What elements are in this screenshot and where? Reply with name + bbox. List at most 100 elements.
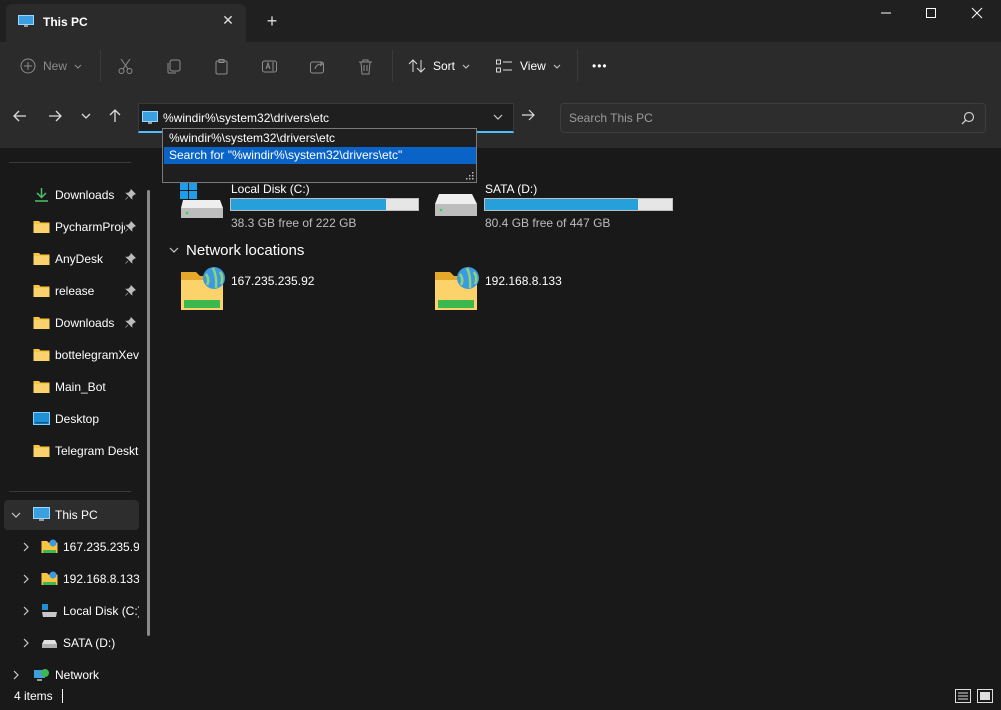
network-location-tile-1[interactable]: 167.235.235.92: [180, 266, 430, 316]
see-more-button[interactable]: •••: [592, 52, 608, 80]
command-bar: New Sort View •••: [0, 42, 1001, 90]
status-divider: [62, 689, 63, 703]
new-button[interactable]: New: [20, 52, 83, 80]
sidebar-item-local-disk-c[interactable]: Local Disk (C:): [4, 596, 139, 626]
sidebar-item-network-drive-2[interactable]: 192.168.8.133: [4, 564, 139, 594]
address-input[interactable]: [163, 111, 473, 125]
drive-tile-c[interactable]: Local Disk (C:) 38.3 GB free of 222 GB: [180, 182, 430, 232]
tab-this-pc[interactable]: This PC ✕: [6, 4, 246, 42]
folder-icon: [33, 445, 50, 457]
suggestion-item-selected[interactable]: Search for "%windir%\system32\drivers\et…: [164, 147, 476, 164]
network-location-tile-2[interactable]: 192.168.8.133: [434, 266, 684, 316]
recent-locations-button[interactable]: [79, 108, 103, 130]
group-header-network-locations[interactable]: Network locations: [168, 240, 304, 260]
drive-name: Local Disk (C:): [231, 182, 310, 196]
sort-icon: [408, 59, 426, 73]
sidebar-item-label: SATA (D:): [63, 636, 116, 650]
divider: [392, 50, 393, 82]
search-icon[interactable]: [961, 111, 975, 125]
drive-usage-fill: [231, 199, 386, 210]
chevron-down-icon: [553, 64, 561, 69]
maximize-icon: [926, 8, 936, 18]
sidebar-item-downloads[interactable]: Downloads: [4, 180, 139, 210]
navigation-pane: Downloads PycharmProjects AnyDesk releas…: [0, 148, 160, 684]
divider: [9, 491, 131, 492]
chevron-right-icon[interactable]: [10, 669, 22, 681]
copy-icon: [167, 59, 181, 73]
sidebar-item-label: Telegram Desktop: [55, 444, 139, 458]
pc-icon: [18, 15, 34, 27]
windows-drive-icon: [180, 182, 223, 218]
pc-icon: [142, 111, 158, 124]
sidebar-item-sata-d[interactable]: SATA (D:): [4, 628, 139, 658]
minimize-button[interactable]: [863, 0, 909, 28]
folder-icon: [33, 349, 50, 361]
sidebar-item-label: bottelegramXev: [55, 348, 139, 362]
suggestion-item[interactable]: %windir%\system32\drivers\etc: [164, 130, 476, 147]
resize-grip-icon[interactable]: [466, 172, 474, 180]
sidebar-item-downloads-folder[interactable]: Downloads: [4, 308, 139, 338]
group-header-label: Network locations: [186, 241, 305, 259]
chevron-down-icon[interactable]: [10, 509, 22, 521]
sidebar-item-network-drive-1[interactable]: 167.235.235.92: [4, 532, 139, 562]
sidebar-item-main-bot[interactable]: Main_Bot: [4, 372, 139, 402]
delete-button[interactable]: [357, 52, 374, 80]
tiles-view-button[interactable]: [977, 688, 993, 704]
divider: [100, 50, 101, 82]
chevron-right-icon[interactable]: [20, 541, 32, 553]
address-history-button[interactable]: [491, 110, 507, 126]
sidebar-item-release[interactable]: release: [4, 276, 139, 306]
back-button[interactable]: [12, 108, 36, 130]
sidebar-item-pycharmprojects[interactable]: PycharmProjects: [4, 212, 139, 242]
drive-usage-bar: [230, 198, 419, 211]
sidebar-item-bottelegramxev[interactable]: bottelegramXev: [4, 340, 139, 370]
sidebar-item-telegram-desktop[interactable]: Telegram Desktop: [4, 436, 139, 466]
details-view-button[interactable]: [955, 688, 971, 704]
plus-circle-icon: [20, 58, 36, 74]
clipboard-icon: [215, 58, 228, 74]
maximize-button[interactable]: [908, 0, 954, 28]
chevron-down-icon: [74, 64, 82, 69]
folder-icon: [33, 381, 50, 393]
sidebar-item-label: Local Disk (C:): [63, 604, 139, 618]
drive-icon: [42, 604, 57, 617]
trash-icon: [359, 59, 372, 74]
new-tab-button[interactable]: +: [262, 11, 282, 31]
close-window-button[interactable]: [954, 0, 1000, 28]
pin-icon: [125, 253, 136, 264]
go-button[interactable]: [520, 107, 540, 127]
share-icon: [310, 61, 324, 73]
pin-icon: [125, 317, 136, 328]
chevron-right-icon[interactable]: [20, 605, 32, 617]
sort-label: Sort: [433, 59, 456, 73]
close-tab-button[interactable]: ✕: [220, 12, 236, 28]
new-label: New: [43, 59, 68, 73]
forward-button[interactable]: [47, 108, 71, 130]
sidebar-item-this-pc[interactable]: This PC: [4, 500, 139, 530]
view-list-icon: [496, 59, 512, 72]
cut-button[interactable]: [117, 52, 134, 80]
network-drive-icon: [41, 571, 58, 585]
arrow-left-icon: [13, 110, 26, 122]
network-drive-icon: [181, 267, 225, 310]
sidebar-scrollbar[interactable]: [147, 190, 150, 636]
details-view-icon: [955, 689, 971, 703]
search-input[interactable]: [569, 111, 949, 125]
share-button[interactable]: [309, 52, 326, 80]
drive-tile-d[interactable]: SATA (D:) 80.4 GB free of 447 GB: [434, 182, 684, 232]
scissors-icon: [118, 58, 133, 74]
paste-button[interactable]: [213, 52, 230, 80]
sort-button[interactable]: Sort: [408, 52, 471, 80]
chevron-right-icon[interactable]: [20, 573, 32, 585]
view-button[interactable]: View: [496, 52, 562, 80]
drive-icon: [42, 640, 57, 648]
chevron-right-icon[interactable]: [20, 637, 32, 649]
status-bar: 4 items: [0, 684, 1001, 710]
copy-button[interactable]: [165, 52, 182, 80]
sidebar-item-desktop[interactable]: Desktop: [4, 404, 139, 434]
sidebar-item-label: 192.168.8.133: [63, 572, 139, 586]
rename-button[interactable]: [261, 52, 278, 80]
sidebar-item-anydesk[interactable]: AnyDesk: [4, 244, 139, 274]
search-box[interactable]: [560, 103, 986, 133]
up-button[interactable]: [107, 108, 131, 130]
